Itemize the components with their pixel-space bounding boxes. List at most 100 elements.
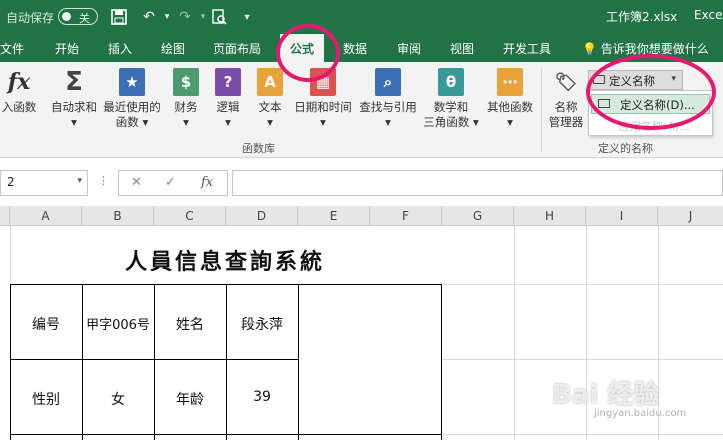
autosave-label: 自动保存 <box>6 11 55 25</box>
more-functions-button[interactable]: ⋯ 其他函数 ▾ <box>482 68 538 130</box>
fx-icon: fx <box>7 68 31 95</box>
column-header-a[interactable]: A <box>10 206 82 226</box>
more-functions-icon: ⋯ <box>497 68 523 96</box>
coins-icon: $ <box>173 68 199 96</box>
cell-value-number[interactable]: 甲字006号 <box>82 314 154 333</box>
print-preview-icon[interactable] <box>208 6 230 28</box>
form-title: 人員信息查詢系統 <box>124 249 325 275</box>
annotation-circle-formulas-tab <box>276 24 340 82</box>
name-manager-label-line1: 名称 <box>554 100 578 114</box>
column-header-j[interactable]: J <box>658 206 723 226</box>
datetime-label: 日期和时间 <box>294 100 352 114</box>
column-header-h[interactable]: H <box>514 206 586 226</box>
autosave-toggle[interactable]: 关 <box>58 8 98 25</box>
tag-icon: 🏷 <box>554 71 578 93</box>
math-label-line1: 数学和 <box>433 100 469 114</box>
ribbon-tabs: 文件 开始 插入 绘图 页面布局 公式 数据 审阅 视图 开发工具 💡 告诉我你… <box>0 34 723 62</box>
cell-label-gender[interactable]: 性别 <box>10 389 82 409</box>
theta-icon: θ <box>438 68 464 96</box>
cell-value-age[interactable]: 39 <box>226 389 298 405</box>
document-name: 工作簿2.xlsx <box>606 10 678 24</box>
recent-functions-label: 最近使用的函数 <box>103 100 161 129</box>
select-all-corner[interactable] <box>0 206 10 226</box>
column-header-d[interactable]: D <box>226 206 298 226</box>
save-icon[interactable] <box>108 6 130 28</box>
formula-input[interactable] <box>232 170 723 196</box>
tab-draw[interactable]: 绘图 <box>161 40 185 57</box>
name-box[interactable]: 2 ▾ <box>0 170 88 196</box>
cell-value-name[interactable]: 段永萍 <box>226 314 298 334</box>
customize-qat-icon[interactable]: ▾ <box>236 6 258 28</box>
cell-label-name[interactable]: 姓名 <box>154 314 226 334</box>
column-header-row: A B C D E F G H I J <box>0 206 723 226</box>
tab-home[interactable]: 开始 <box>55 40 79 57</box>
text-button[interactable]: A 文本 ▾ <box>252 68 288 130</box>
watermark-logo: Bai 经验 <box>552 380 660 410</box>
watermark-url: jingyan.baidu.com <box>594 408 687 419</box>
column-header-f[interactable]: F <box>370 206 442 226</box>
group-label-defined-names: 定义的名称 <box>598 142 653 155</box>
question-icon: ? <box>215 68 241 96</box>
autosum-label: 自动求和 <box>51 100 97 114</box>
math-label-line2: 三角函数 <box>423 115 470 129</box>
financial-button[interactable]: $ 财务 ▾ <box>168 68 204 130</box>
column-header-b[interactable]: B <box>82 206 154 226</box>
app-name: Excel <box>694 8 723 22</box>
autosave-state: 关 <box>79 12 90 25</box>
column-header-e[interactable]: E <box>298 206 370 226</box>
insert-function-label: 入函数 <box>1 100 37 114</box>
chevron-down-icon: ▾ <box>142 115 149 129</box>
chevron-down-icon: ▾ <box>183 115 189 129</box>
cell-label-age[interactable]: 年龄 <box>154 389 226 409</box>
logical-label: 逻辑 <box>216 100 240 114</box>
tab-insert[interactable]: 插入 <box>108 40 132 57</box>
fx-icon[interactable]: fx <box>201 175 213 190</box>
column-header-g[interactable]: G <box>442 206 514 226</box>
chevron-down-icon: ▾ <box>507 115 513 129</box>
gridline <box>442 284 723 285</box>
tab-file[interactable]: 文件 <box>0 40 24 57</box>
name-manager-label-line2: 管理器 <box>548 115 584 129</box>
chevron-down-icon[interactable]: ▾ <box>77 176 82 186</box>
enter-icon[interactable]: ✓ <box>165 175 176 190</box>
tab-page-layout[interactable]: 页面布局 <box>213 40 261 57</box>
form-border <box>298 284 299 440</box>
cell-label-number[interactable]: 编号 <box>10 314 82 334</box>
toggle-knob <box>62 12 71 21</box>
recent-functions-button[interactable]: ★ 最近使用的函数 ▾ <box>101 68 163 130</box>
name-manager-button[interactable]: 🏷 名称 管理器 <box>546 68 586 130</box>
column-header-c[interactable]: C <box>154 206 226 226</box>
tab-developer[interactable]: 开发工具 <box>503 40 551 57</box>
chevron-down-icon: ▾ <box>71 115 77 129</box>
star-icon: ★ <box>119 68 145 96</box>
math-button[interactable]: θ 数学和 三角函数 ▾ <box>422 68 480 130</box>
sigma-icon: Σ <box>65 66 83 97</box>
column-header-i[interactable]: I <box>586 206 658 226</box>
autosum-button[interactable]: Σ 自动求和 ▾ <box>48 68 100 130</box>
financial-label: 财务 <box>174 100 198 114</box>
tab-data[interactable]: 数据 <box>343 40 367 57</box>
tab-view[interactable]: 视图 <box>450 40 474 57</box>
chevron-down-icon: ▾ <box>385 115 391 129</box>
chevron-down-icon: ▾ <box>320 115 326 129</box>
form-border <box>441 284 442 440</box>
tab-review[interactable]: 审阅 <box>397 40 421 57</box>
group-label-function-library: 函数库 <box>242 142 275 155</box>
form-border <box>154 284 155 440</box>
insert-function-button[interactable]: fx 入函数 <box>0 68 38 115</box>
lightbulb-icon: 💡 <box>582 42 597 56</box>
lookup-button[interactable]: ⌕ 查找与引用 ▾ <box>356 68 420 130</box>
title-bar: 自动保存 关 ↶ ▾ ↷ ▾ ▾ 工作簿2.xlsx Excel <box>0 0 723 34</box>
cell-value-gender[interactable]: 女 <box>82 389 154 409</box>
gridline <box>442 359 723 360</box>
logical-button[interactable]: ? 逻辑 ▾ <box>210 68 246 130</box>
gridline <box>514 226 515 440</box>
formula-bar: 2 ▾ ⋮ ✕ ✓ fx <box>0 160 723 206</box>
splitter-dots-icon[interactable]: ⋮ <box>98 174 109 187</box>
text-a-icon: A <box>257 68 283 96</box>
form-border <box>226 284 227 440</box>
form-border <box>10 284 11 440</box>
cancel-icon[interactable]: ✕ <box>131 175 142 190</box>
gridline <box>442 434 723 435</box>
form-border <box>82 284 83 440</box>
